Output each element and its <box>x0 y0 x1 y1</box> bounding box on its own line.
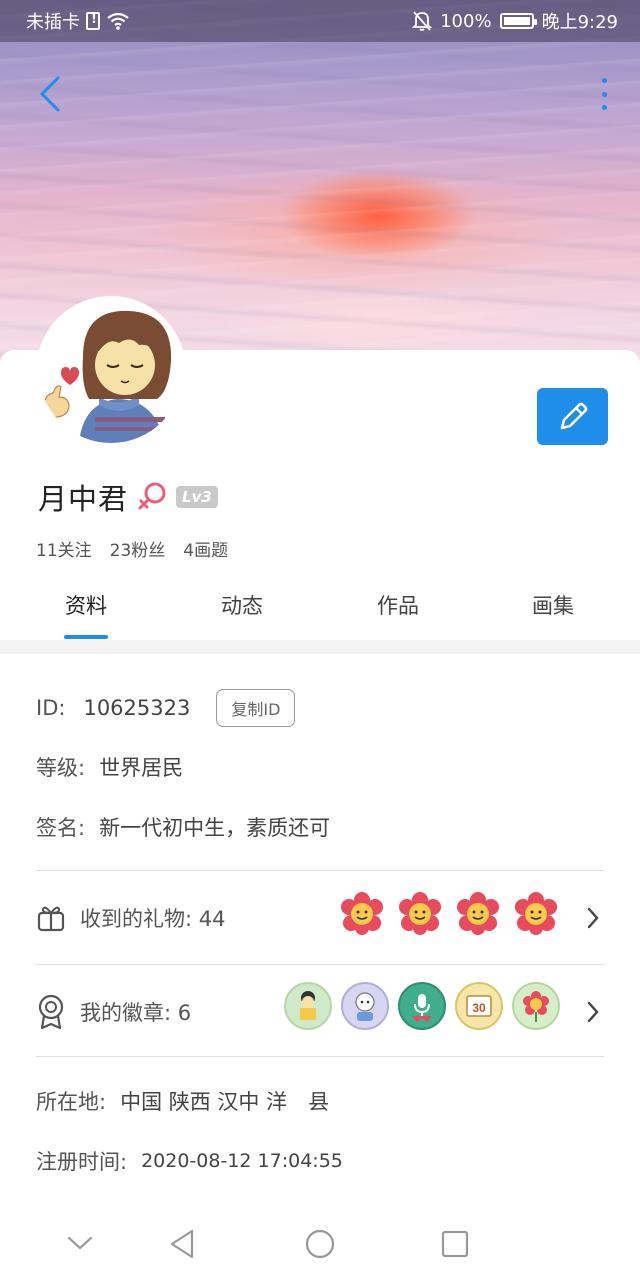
follows-count[interactable]: 11关注 <box>36 536 92 561</box>
location-label: 所在地: <box>36 1090 107 1114</box>
level-label: 等级: <box>36 756 86 780</box>
more-icon-dot <box>601 91 607 97</box>
username: 月中君 <box>38 482 129 516</box>
svg-text:30: 30 <box>472 1001 486 1015</box>
topics-count[interactable]: 4画题 <box>183 536 228 561</box>
flower-gift-icon <box>341 892 383 935</box>
level-value: 世界居民 <box>99 756 184 780</box>
stats-row: 11关注 23粉丝 4画题 <box>36 536 228 561</box>
status-bar: 未插卡 100% 晚上9:29 <box>0 0 640 42</box>
flower-gift-icon <box>399 892 441 935</box>
register-label: 注册时间: <box>36 1150 128 1174</box>
character-icon <box>355 992 375 1021</box>
badge-character-icon <box>341 982 389 1030</box>
id-label: ID: <box>36 696 66 720</box>
back-button[interactable] <box>36 74 66 114</box>
gift-list <box>340 892 558 936</box>
chevron-right-icon <box>587 1001 599 1023</box>
divider <box>36 1056 604 1057</box>
signature-label: 签名: <box>36 816 86 840</box>
medal-icon <box>38 994 64 1030</box>
tab-activity[interactable]: 动态 <box>197 590 287 620</box>
location-row: 所在地: 中国 陕西 汉中 洋 县 <box>36 1086 329 1116</box>
section-gap <box>0 640 640 654</box>
nav-home-icon[interactable] <box>304 1228 336 1260</box>
flower-gift-icon <box>457 892 499 935</box>
more-button[interactable] <box>596 74 612 114</box>
edit-profile-button[interactable] <box>537 388 608 445</box>
avatar[interactable] <box>36 296 186 446</box>
more-icon-dot <box>601 105 607 110</box>
battery-icon <box>499 13 537 29</box>
calendar-30-icon: 30 <box>466 995 492 1017</box>
name-row: 月中君 Lv3 <box>38 476 218 518</box>
wifi-icon <box>107 12 129 30</box>
tab-albums[interactable]: 画集 <box>508 590 598 620</box>
signature-row: 签名: 新一代初中生，素质还可 <box>36 812 330 842</box>
signature-value: 新一代初中生，素质还可 <box>99 816 331 840</box>
mute-bell-icon <box>412 11 433 31</box>
tab-indicator <box>64 635 108 639</box>
id-value: 10625323 <box>83 696 191 720</box>
back-icon <box>40 76 60 112</box>
register-value: 2020-08-12 17:04:55 <box>141 1150 343 1172</box>
hide-nav-chevron-icon[interactable] <box>66 1234 94 1252</box>
gift-icon <box>37 906 65 932</box>
gifts-label: 收到的礼物: 44 <box>80 907 226 931</box>
flower-gift-icon <box>515 892 557 935</box>
level-row: 等级: 世界居民 <box>36 752 183 782</box>
painter-icon <box>300 991 316 1020</box>
carrier-text: 未插卡 <box>26 12 80 33</box>
badge-microphone-icon <box>398 982 446 1030</box>
location-value: 中国 陕西 汉中 洋 县 <box>120 1090 330 1114</box>
id-row: ID: 10625323 复制ID <box>36 689 296 727</box>
nav-recents-icon[interactable] <box>440 1229 470 1259</box>
badges-label: 我的徽章: 6 <box>80 1001 192 1025</box>
copy-id-button[interactable]: 复制ID <box>216 689 296 727</box>
system-nav-bar <box>0 1210 640 1280</box>
fans-count[interactable]: 23粉丝 <box>110 536 166 561</box>
battery-text: 100% <box>440 10 492 32</box>
badges-row[interactable]: 我的徽章: 6 30 <box>36 982 604 1042</box>
nav-back-icon[interactable] <box>168 1228 198 1260</box>
profile-tabs: 资料 动态 作品 画集 <box>0 590 640 640</box>
microphone-icon <box>412 994 432 1022</box>
more-icon <box>601 78 607 83</box>
divider <box>36 870 604 871</box>
badge-list: 30 <box>284 982 560 1030</box>
sim-alert-icon <box>86 12 100 30</box>
pencil-icon <box>560 402 587 429</box>
avatar-illustration <box>39 299 183 443</box>
flower-icon <box>523 991 549 1022</box>
clock-text: 晚上9:29 <box>541 12 618 33</box>
badge-30-days-icon: 30 <box>455 982 503 1030</box>
tab-profile[interactable]: 资料 <box>41 590 131 620</box>
level-badge: Lv3 <box>176 486 218 508</box>
register-row: 注册时间: 2020-08-12 17:04:55 <box>36 1146 343 1176</box>
gifts-row[interactable]: 收到的礼物: 44 <box>36 888 604 948</box>
tab-works[interactable]: 作品 <box>353 590 443 620</box>
divider <box>36 964 604 965</box>
chevron-right-icon <box>587 907 599 929</box>
badge-painter-icon <box>284 982 332 1030</box>
badge-flower-icon <box>512 982 560 1030</box>
female-gender-icon <box>138 482 166 510</box>
